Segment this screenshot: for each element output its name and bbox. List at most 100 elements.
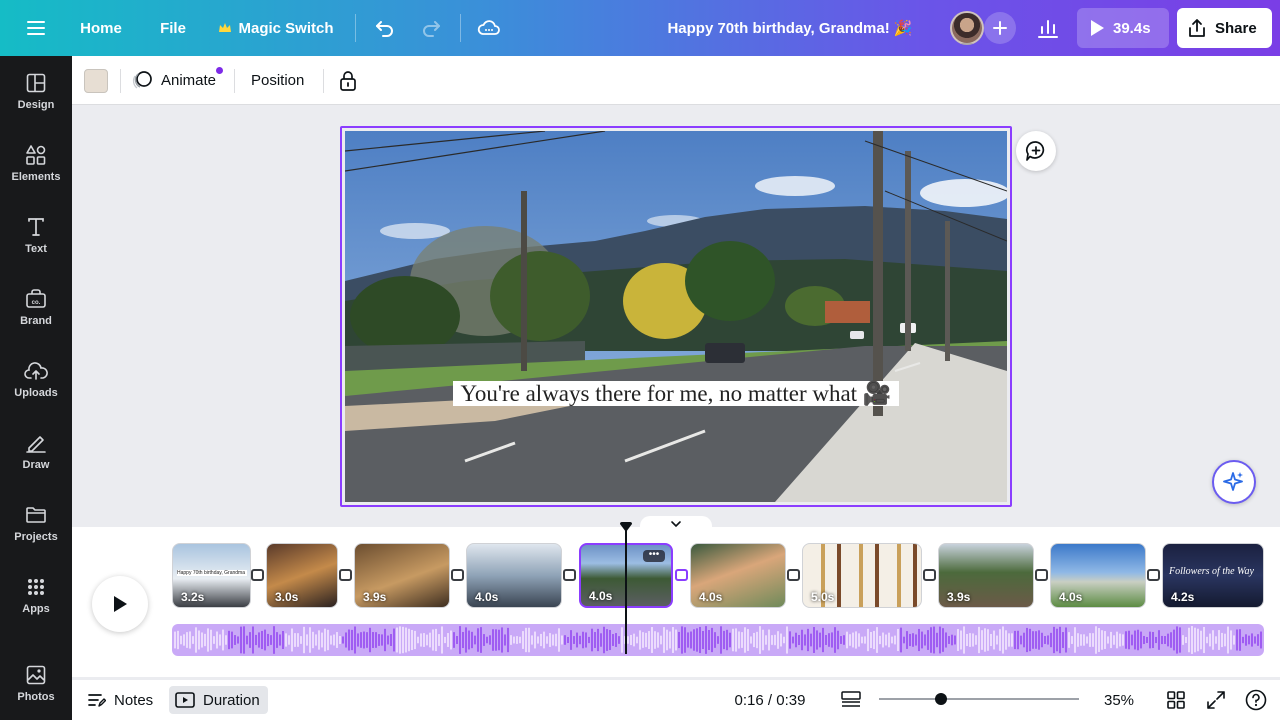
undo-icon[interactable] xyxy=(368,0,402,56)
waveform-bar xyxy=(852,632,854,648)
hamburger-menu-icon[interactable] xyxy=(16,0,56,56)
avatar[interactable] xyxy=(950,11,984,45)
transition-icon[interactable] xyxy=(451,569,464,581)
home-button[interactable]: Home xyxy=(72,0,130,56)
clip-duration: 5.0s xyxy=(811,590,835,604)
timeline-clip-2[interactable]: 3.0s xyxy=(266,543,338,608)
animate-button[interactable]: Animate xyxy=(132,64,216,96)
timeline-play-button[interactable] xyxy=(92,576,148,632)
sidebar-item-brand[interactable]: co. Brand xyxy=(0,276,72,340)
timeline-clip-6[interactable]: 4.0s xyxy=(690,543,786,608)
waveform-bar xyxy=(573,636,575,644)
timeline-clip-10[interactable]: Followers of the Way 4.2s xyxy=(1162,543,1264,608)
waveform-bar xyxy=(1071,636,1073,644)
sidebar-item-text[interactable]: Text xyxy=(0,204,72,268)
waveform-bar xyxy=(390,634,392,646)
sidebar-item-design[interactable]: Design xyxy=(0,60,72,124)
timeline-clip-3[interactable]: 3.9s xyxy=(354,543,450,608)
waveform-bar xyxy=(435,628,437,652)
waveform-bar xyxy=(1068,632,1070,648)
design-canvas[interactable]: You're always there for me, no matter wh… xyxy=(340,126,1012,507)
playhead[interactable] xyxy=(625,528,627,654)
waveform-bar xyxy=(399,626,401,654)
duration-button[interactable]: Duration xyxy=(169,686,268,714)
waveform-bar xyxy=(1113,635,1115,645)
waveform-bar xyxy=(201,632,203,648)
sidebar-item-draw[interactable]: Draw xyxy=(0,420,72,484)
timeline-clip-1[interactable]: Happy 70th birthday, Grandma 3.2s xyxy=(172,543,251,608)
help-icon[interactable] xyxy=(1244,688,1268,712)
divider xyxy=(355,14,356,42)
transition-icon[interactable] xyxy=(339,569,352,581)
sidebar-item-elements[interactable]: Elements xyxy=(0,132,72,196)
add-comment-button[interactable] xyxy=(1016,131,1056,171)
waveform-bar xyxy=(303,626,305,654)
waveform-bar xyxy=(351,629,353,651)
transition-icon[interactable] xyxy=(563,569,576,581)
sidebar-item-uploads[interactable]: Uploads xyxy=(0,348,72,412)
present-play-button[interactable]: 39.4s xyxy=(1077,8,1169,48)
lock-icon[interactable] xyxy=(334,68,362,94)
caption-text[interactable]: You're always there for me, no matter wh… xyxy=(345,381,1007,406)
share-button[interactable]: Share xyxy=(1177,8,1272,48)
waveform-bar xyxy=(774,634,776,646)
waveform-bar xyxy=(411,629,413,651)
transition-icon[interactable] xyxy=(1035,569,1048,581)
redo-icon[interactable] xyxy=(414,0,448,56)
waveform-bar xyxy=(999,629,1001,651)
waveform-bar xyxy=(510,635,512,645)
cloud-sync-icon[interactable] xyxy=(472,0,506,56)
waveform-bar xyxy=(279,634,281,646)
transition-icon[interactable] xyxy=(675,569,688,581)
waveform-bar xyxy=(192,636,194,644)
waveform-bar xyxy=(1257,634,1259,646)
transition-icon[interactable] xyxy=(923,569,936,581)
waveform-bar xyxy=(783,636,785,644)
sidebar-item-projects[interactable]: Projects xyxy=(0,492,72,556)
timeline-clip-7[interactable]: 5.0s xyxy=(802,543,922,608)
waveform-bar xyxy=(993,630,995,650)
transition-icon[interactable] xyxy=(251,569,264,581)
waveform-bar xyxy=(528,627,530,653)
waveform-bar xyxy=(396,627,398,653)
position-button[interactable]: Position xyxy=(243,64,312,96)
waveform-bar xyxy=(438,634,440,646)
clip-more-options-icon[interactable]: ••• xyxy=(643,550,665,562)
notes-button[interactable]: Notes xyxy=(88,686,153,714)
waveform-bar xyxy=(822,627,824,653)
waveform-bar xyxy=(363,631,365,649)
page-layout-icon[interactable] xyxy=(838,688,864,712)
waveform-bar xyxy=(180,635,182,645)
grid-view-icon[interactable] xyxy=(1166,688,1186,712)
waveform-bar xyxy=(870,631,872,649)
zoom-slider[interactable] xyxy=(879,698,1079,700)
collapse-timeline-button[interactable] xyxy=(640,516,712,532)
waveform-bar xyxy=(804,634,806,646)
insights-icon[interactable] xyxy=(1028,8,1068,48)
file-menu-button[interactable]: File xyxy=(150,0,196,56)
document-title[interactable]: Happy 70th birthday, Grandma! 🎉 xyxy=(640,0,940,56)
audio-track[interactable] xyxy=(172,624,1264,656)
waveform-bar xyxy=(1098,628,1100,652)
magic-assistant-button[interactable] xyxy=(1212,460,1256,504)
timeline-clip-8[interactable]: 3.9s xyxy=(938,543,1034,608)
add-collaborator-button[interactable] xyxy=(984,12,1016,44)
fullscreen-icon[interactable] xyxy=(1206,688,1226,712)
timeline-clip-9[interactable]: 4.0s xyxy=(1050,543,1146,608)
canvas-video-frame[interactable]: You're always there for me, no matter wh… xyxy=(345,131,1007,502)
playhead-handle-icon[interactable] xyxy=(619,521,633,533)
waveform-bar xyxy=(477,628,479,652)
transition-icon[interactable] xyxy=(1147,569,1160,581)
zoom-level[interactable]: 35% xyxy=(1096,686,1142,714)
waveform-bar xyxy=(405,627,407,653)
magic-switch-button[interactable]: Magic Switch xyxy=(212,0,340,56)
waveform-bar xyxy=(576,632,578,648)
sidebar-item-apps[interactable]: Apps xyxy=(0,564,72,628)
waveform-bar xyxy=(1197,628,1199,652)
sidebar-item-photos[interactable]: Photos xyxy=(0,652,72,716)
zoom-slider-handle[interactable] xyxy=(935,693,947,705)
waveform-bar xyxy=(513,636,515,644)
text-color-swatch[interactable] xyxy=(84,69,108,93)
transition-icon[interactable] xyxy=(787,569,800,581)
timeline-clip-4[interactable]: 4.0s xyxy=(466,543,562,608)
